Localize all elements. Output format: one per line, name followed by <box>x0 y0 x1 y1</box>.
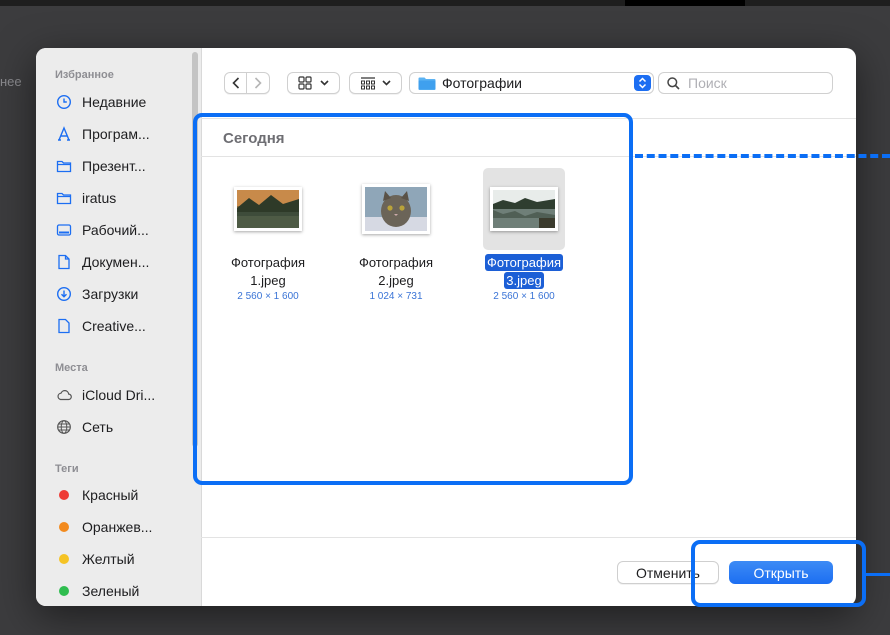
sidebar-tag-red[interactable]: Красный <box>55 484 138 506</box>
cloud-icon <box>55 386 73 404</box>
background-text: нее <box>0 74 22 89</box>
sidebar-item-label: Недавние <box>82 94 147 110</box>
chevron-down-icon <box>382 80 391 86</box>
applications-icon <box>55 125 73 143</box>
grid-view-icon <box>298 76 312 90</box>
sidebar-item-label: Красный <box>82 487 139 503</box>
sidebar-tag-yellow[interactable]: Желтый <box>55 548 135 570</box>
sidebar-item-network[interactable]: Сеть <box>55 416 113 438</box>
sidebar-tag-orange[interactable]: Оранжев... <box>55 516 152 538</box>
search-input[interactable] <box>686 74 820 92</box>
chevron-right-icon <box>254 77 262 89</box>
sidebar-item-label: Докумен... <box>82 254 150 270</box>
places-section-title: Места <box>55 362 88 374</box>
sidebar-item-label: Creative... <box>82 318 146 334</box>
file-icon <box>55 317 73 335</box>
highlight-dashed-connector <box>635 154 890 158</box>
folder-icon <box>418 77 436 90</box>
background-window-notch <box>625 0 745 6</box>
view-mode-button[interactable] <box>287 72 340 94</box>
search-field[interactable] <box>658 72 833 94</box>
sidebar-tag-green[interactable]: Зеленый <box>55 580 139 602</box>
sidebar-item-label: Рабочий... <box>82 222 149 238</box>
download-icon <box>55 285 73 303</box>
open-button-highlight <box>691 540 866 607</box>
up-down-chevron-icon <box>638 77 647 89</box>
forward-button[interactable] <box>247 72 270 94</box>
sidebar-item-label: Програм... <box>82 126 150 142</box>
sidebar-item-desktop[interactable]: Рабочий... <box>55 219 149 241</box>
highlight-connector <box>866 573 890 576</box>
globe-icon <box>55 418 73 436</box>
folder-icon <box>55 189 73 207</box>
sidebar-item-presentations[interactable]: Презент... <box>55 155 146 177</box>
sidebar: Избранное Недавние Програм... Презент...… <box>36 48 202 606</box>
toolbar: Фотографии <box>201 48 856 119</box>
tag-orange-dot <box>59 522 69 532</box>
sidebar-item-recents[interactable]: Недавние <box>55 91 146 113</box>
sidebar-item-documents[interactable]: Докумен... <box>55 251 149 273</box>
back-button[interactable] <box>224 72 247 94</box>
tag-yellow-dot <box>59 554 69 564</box>
sidebar-item-label: Оранжев... <box>82 519 153 535</box>
footer-divider <box>201 537 856 538</box>
sidebar-item-label: Сеть <box>82 419 114 435</box>
sidebar-item-label: iCloud Dri... <box>82 387 156 403</box>
sidebar-item-label: Загрузки <box>82 286 139 302</box>
chevron-down-icon <box>320 80 329 86</box>
file-list-highlight <box>193 113 633 485</box>
tag-red-dot <box>59 490 69 500</box>
tags-section-title: Теги <box>55 463 79 475</box>
sidebar-item-creative[interactable]: Creative... <box>55 315 146 337</box>
sidebar-item-icloud[interactable]: iCloud Dri... <box>55 384 155 406</box>
location-stepper[interactable] <box>634 75 651 91</box>
search-icon <box>667 76 680 90</box>
tag-green-dot <box>59 586 69 596</box>
group-icon <box>361 77 375 90</box>
sidebar-item-label: Зеленый <box>82 583 140 599</box>
desktop-icon <box>55 221 73 239</box>
chevron-left-icon <box>231 77 239 89</box>
group-by-button[interactable] <box>349 72 402 94</box>
background-window-top <box>0 0 890 6</box>
sidebar-item-applications[interactable]: Програм... <box>55 123 150 145</box>
sidebar-item-downloads[interactable]: Загрузки <box>55 283 138 305</box>
sidebar-item-iratus[interactable]: iratus <box>55 187 116 209</box>
favorites-section-title: Избранное <box>55 69 114 81</box>
folder-icon <box>55 157 73 175</box>
location-popup[interactable]: Фотографии <box>409 72 654 94</box>
document-icon <box>55 253 73 271</box>
sidebar-item-label: iratus <box>82 190 117 206</box>
sidebar-item-label: Презент... <box>82 158 146 174</box>
location-label: Фотографии <box>442 75 523 91</box>
sidebar-item-label: Желтый <box>82 551 135 567</box>
clock-icon <box>55 93 73 111</box>
